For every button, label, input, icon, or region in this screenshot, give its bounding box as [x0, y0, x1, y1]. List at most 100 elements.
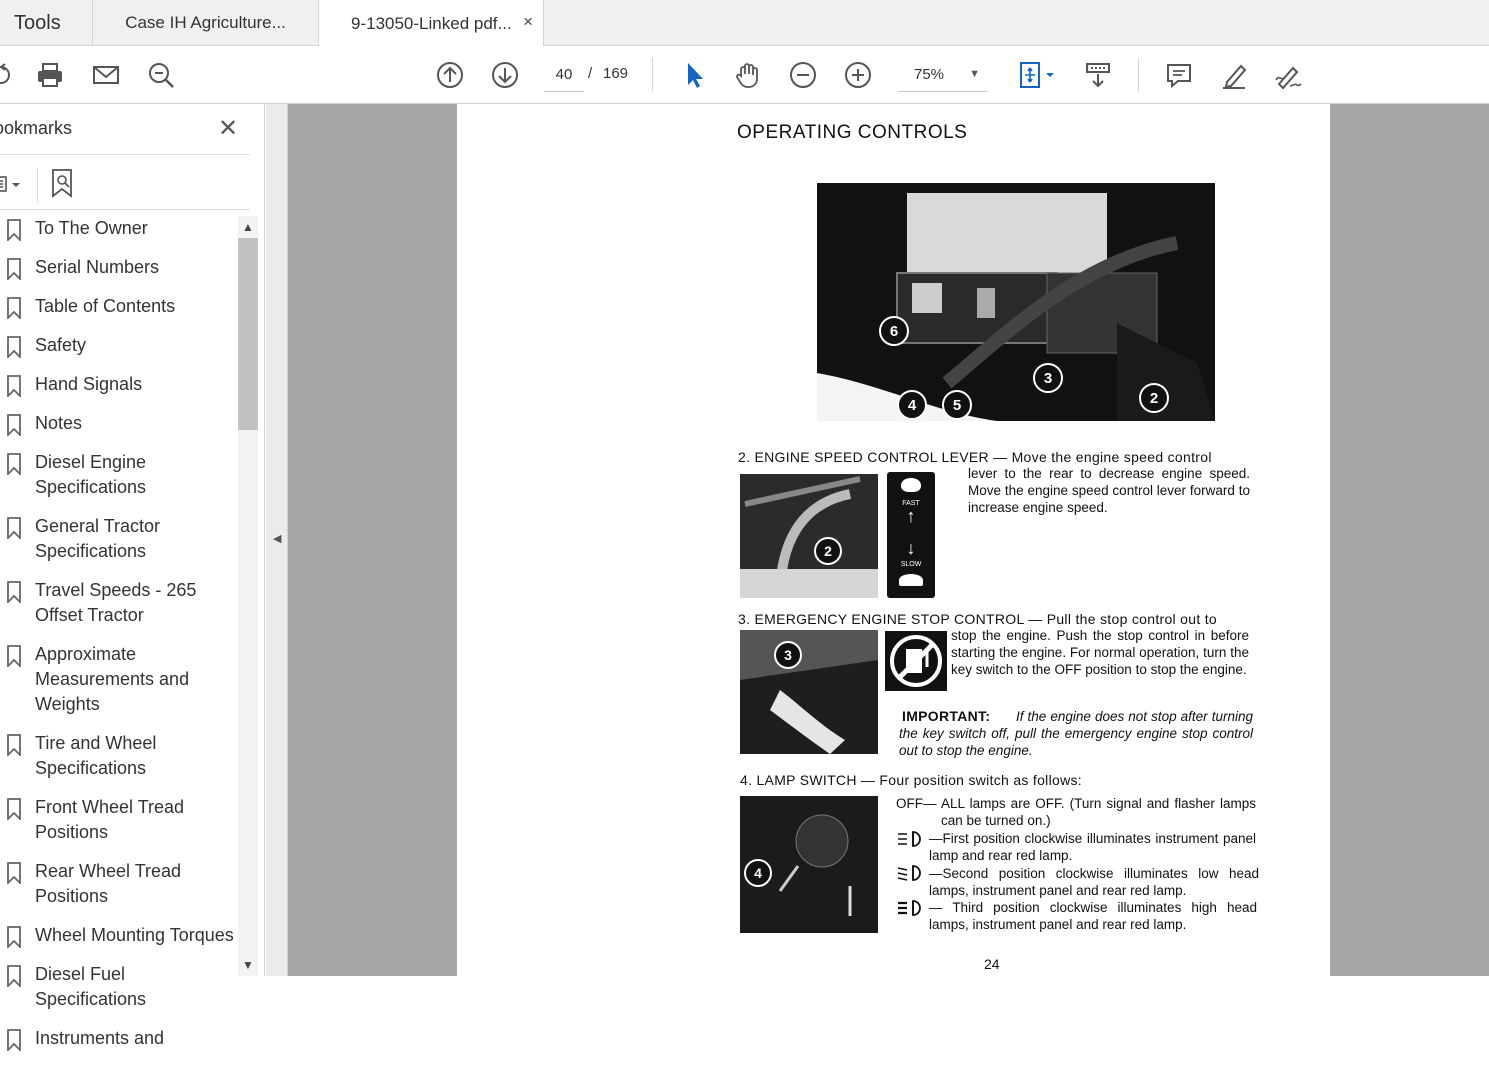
bookmark-scrollbar[interactable]: ▲ ▼ [238, 216, 258, 976]
scrollbar-thumb[interactable] [238, 238, 258, 430]
bookmark-item[interactable]: Serial Numbers [0, 255, 238, 280]
bookmark-item[interactable]: Approximate Measurements and Weights [0, 642, 238, 717]
important-text: If the engine does not stop after turnin… [899, 709, 1253, 758]
comment-icon[interactable] [1161, 57, 1197, 93]
headlamp-1-icon [898, 831, 921, 847]
page-up-icon[interactable] [432, 57, 468, 93]
bookmark-icon [7, 517, 21, 539]
tab-document-1-label: Case IH Agriculture... [125, 13, 286, 32]
fast-slow-decal: FAST ↑ ↓ SLOW [887, 472, 935, 598]
bookmark-item[interactable]: Front Wheel Tread Positions [0, 795, 238, 845]
hand-icon[interactable] [730, 57, 766, 93]
bookmark-label: Approximate Measurements and Weights [35, 644, 190, 714]
page-number-input[interactable]: 40 [544, 58, 584, 92]
scroll-mode-icon[interactable] [1080, 57, 1116, 93]
bookmark-item[interactable]: Hand Signals [0, 372, 238, 397]
bookmark-label: Tire and Wheel Specifications [35, 733, 157, 778]
bookmark-item[interactable]: Instruments and [0, 1026, 238, 1051]
bookmark-item[interactable]: Tire and Wheel Specifications [0, 731, 238, 781]
tab-document-2[interactable]: 9-13050-Linked pdf... × [319, 0, 544, 47]
bookmark-item[interactable]: Rear Wheel Tread Positions [0, 859, 238, 909]
zoom-in-icon[interactable] [840, 57, 876, 93]
bookmark-icon [7, 1029, 21, 1051]
section-2-heading: 2. ENGINE SPEED CONTROL LEVER — Move the… [738, 449, 1212, 465]
add-bookmark-icon[interactable] [50, 168, 78, 200]
turtle-icon [899, 574, 923, 586]
bookmark-label: Serial Numbers [35, 257, 160, 277]
bookmark-item[interactable]: Safety [0, 333, 238, 358]
fit-page-icon[interactable] [1012, 57, 1060, 93]
tab-tools[interactable]: Tools [0, 0, 93, 46]
close-tab-icon[interactable]: × [523, 12, 533, 32]
bookmark-item[interactable]: Wheel Mounting Torques [0, 923, 238, 948]
bookmark-label: Diesel Engine Specifications [35, 452, 147, 497]
bookmark-item[interactable]: Notes [0, 411, 238, 436]
toolbar-divider [37, 168, 38, 202]
bookmark-icon [7, 414, 21, 436]
bookmark-label: Table of Contents [35, 296, 176, 316]
panel-divider [0, 154, 250, 155]
callout-2-small: 2 [814, 537, 842, 565]
lamp-switch-photo: 4 [740, 796, 878, 933]
sign-icon[interactable] [1270, 57, 1306, 93]
slow-label: SLOW [900, 561, 922, 568]
bookmark-label: Front Wheel Tread Positions [35, 797, 185, 842]
print-icon[interactable] [32, 57, 68, 93]
bookmark-label: Rear Wheel Tread Positions [35, 861, 182, 906]
scroll-up-icon[interactable]: ▲ [242, 220, 254, 234]
bookmark-item[interactable]: General Tractor Specifications [0, 514, 238, 564]
zoom-out-icon[interactable] [785, 57, 821, 93]
tab-bar: Tools Case IH Agriculture... 9-13050-Lin… [0, 0, 1489, 47]
speed-lever-illustration [740, 474, 878, 598]
tab-document-1[interactable]: Case IH Agriculture... [93, 0, 319, 46]
bookmark-icon [7, 258, 21, 280]
up-arrow-icon: ↑ [906, 506, 916, 526]
zoom-value: 75% [914, 66, 945, 83]
bookmark-item[interactable]: Diesel Fuel Specifications [0, 962, 238, 1012]
page-number: 24 [984, 956, 1000, 972]
email-icon[interactable] [88, 57, 124, 93]
callout-4: 4 [897, 390, 927, 420]
select-cursor-icon[interactable] [675, 57, 711, 93]
chevron-down-icon: ▼ [969, 68, 980, 80]
bookmark-label: Instruments and [35, 1028, 165, 1048]
tractor-controls-photo: 6 4 5 3 2 [817, 183, 1215, 421]
scroll-down-icon[interactable]: ▼ [242, 958, 254, 972]
share-icon[interactable] [0, 57, 24, 93]
rabbit-icon [901, 478, 921, 492]
pdf-page: OPERATING CONTROLS 6 4 5 3 2 2. ENGINE S… [457, 104, 1330, 976]
lamp-off-text: ALL lamps are OFF. (Turn signal and flas… [941, 796, 1256, 828]
panel-divider [0, 209, 250, 210]
tab-tools-label: Tools [14, 11, 61, 34]
lamp-1-text: —First position clockwise illuminates in… [929, 831, 1256, 863]
bookmarks-panel: ookmarks ✕ To The Owner Serial Numbers Tab… [0, 104, 265, 1051]
callout-4-small: 4 [744, 859, 772, 887]
highlight-icon[interactable] [1216, 57, 1252, 93]
page-down-icon[interactable] [487, 57, 523, 93]
callout-3-small: 3 [774, 641, 802, 669]
bookmark-label: Wheel Mounting Torques [35, 925, 234, 945]
bookmark-icon [7, 375, 21, 397]
bookmark-label: General Tractor Specifications [35, 516, 161, 561]
bookmark-item[interactable]: Table of Contents [0, 294, 238, 319]
collapse-panel-handle[interactable]: ◀ [266, 104, 288, 976]
collapse-arrow-icon: ◀ [273, 533, 282, 545]
stop-control-illustration [740, 630, 878, 754]
close-panel-icon[interactable]: ✕ [218, 114, 238, 143]
section-4-heading: 4. LAMP SWITCH — Four position switch as… [740, 772, 1082, 788]
page-separator: / [588, 65, 593, 82]
document-viewport: ◀ OPERATING CONTROLS 6 4 5 3 2 2. ENGINE… [266, 104, 1489, 976]
zoom-select[interactable]: 75% ▼ [898, 58, 988, 92]
bookmark-icon [7, 798, 21, 820]
fuel-shutoff-icon [890, 635, 942, 687]
options-menu-icon[interactable] [0, 172, 28, 198]
bookmark-item[interactable]: Travel Speeds - 265 Offset Tractor [0, 578, 238, 628]
bookmark-label: Notes [35, 413, 83, 433]
toolbar-divider [1138, 58, 1139, 92]
bookmark-item[interactable]: Diesel Engine Specifications [0, 450, 238, 500]
tab-document-2-label: 9-13050-Linked pdf... [351, 13, 512, 33]
callout-6: 6 [879, 316, 909, 346]
bookmark-label: Safety [35, 335, 87, 355]
zoom-search-icon[interactable] [143, 57, 179, 93]
bookmark-item[interactable]: To The Owner [0, 216, 238, 241]
